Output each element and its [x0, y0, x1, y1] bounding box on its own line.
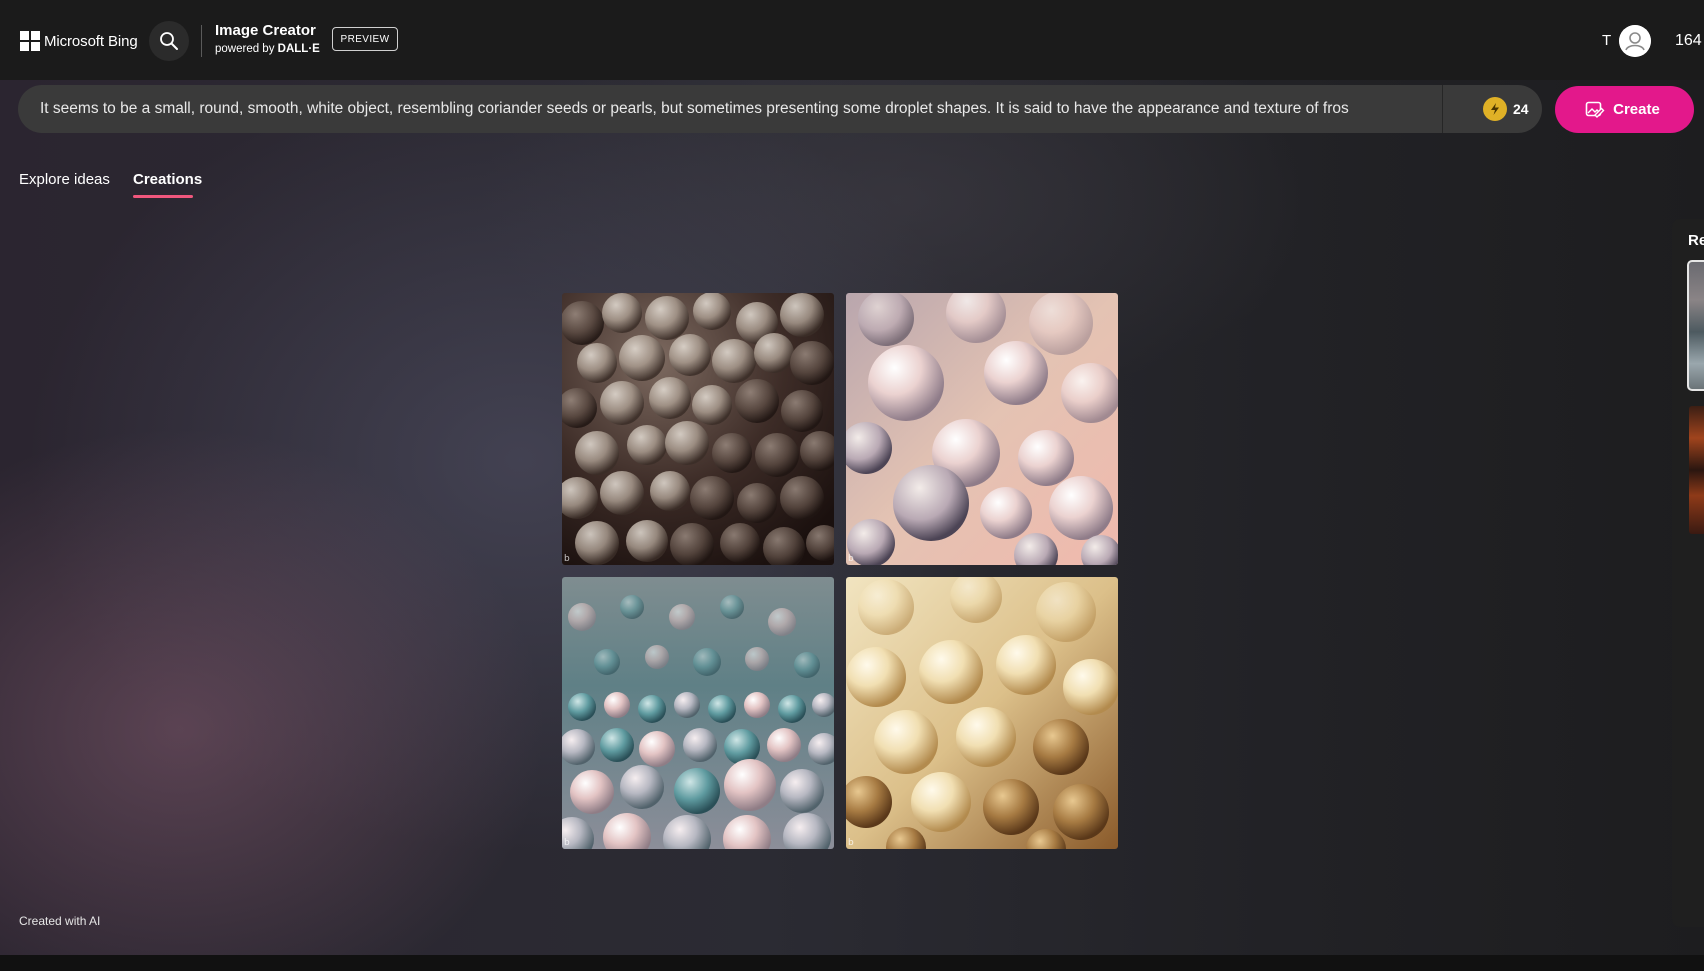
brand-name: Microsoft Bing — [44, 32, 138, 50]
result-image-1[interactable]: b — [562, 293, 834, 565]
user-avatar-icon — [1619, 25, 1651, 57]
header-divider — [201, 25, 202, 57]
tab-creations[interactable]: Creations — [133, 171, 202, 188]
search-icon — [160, 32, 178, 50]
watermark-icon: b — [848, 554, 854, 564]
search-button[interactable] — [149, 21, 189, 61]
recent-thumbnail-selected[interactable] — [1687, 260, 1704, 391]
active-tab-indicator — [133, 195, 193, 198]
result-image-3[interactable]: b — [562, 577, 834, 849]
app-subtitle: powered by DALL·E — [215, 43, 320, 55]
image-create-icon — [1585, 101, 1605, 118]
avatar[interactable] — [1619, 25, 1651, 57]
watermark-icon: b — [564, 838, 570, 848]
lightning-icon — [1491, 103, 1499, 115]
result-image-4[interactable]: b — [846, 577, 1118, 849]
prompt-divider — [1442, 85, 1443, 133]
recent-creations-panel: Re — [1672, 219, 1704, 927]
create-button[interactable]: Create — [1555, 86, 1694, 133]
watermark-icon: b — [848, 838, 854, 848]
rewards-points[interactable]: 164 — [1675, 32, 1702, 50]
recent-thumbnail[interactable] — [1689, 406, 1704, 534]
subtitle-prefix: powered by — [215, 43, 278, 55]
windows-logo-icon — [20, 31, 40, 51]
prompt-input[interactable]: It seems to be a small, round, smooth, w… — [40, 100, 1414, 118]
tab-explore-ideas[interactable]: Explore ideas — [19, 171, 110, 188]
boost-lightning-icon[interactable] — [1483, 97, 1507, 121]
recent-title: Re — [1688, 232, 1704, 249]
created-with-ai-label: Created with AI — [19, 914, 101, 928]
bing-logo[interactable]: Microsoft Bing — [20, 31, 138, 51]
prompt-input-box[interactable]: It seems to be a small, round, smooth, w… — [18, 85, 1542, 133]
result-image-2[interactable]: b — [846, 293, 1118, 565]
bottom-bar — [0, 955, 1704, 971]
image-results-grid: b b b b — [562, 293, 1118, 850]
preview-badge: PREVIEW — [332, 27, 398, 51]
boost-count: 24 — [1513, 101, 1529, 117]
create-label: Create — [1613, 101, 1660, 118]
top-header: Microsoft Bing Image Creator powered by … — [0, 0, 1704, 80]
watermark-icon: b — [564, 554, 570, 564]
user-initial[interactable]: T — [1602, 32, 1611, 49]
model-name: DALL·E — [277, 43, 320, 55]
app-title[interactable]: Image Creator — [215, 22, 316, 39]
